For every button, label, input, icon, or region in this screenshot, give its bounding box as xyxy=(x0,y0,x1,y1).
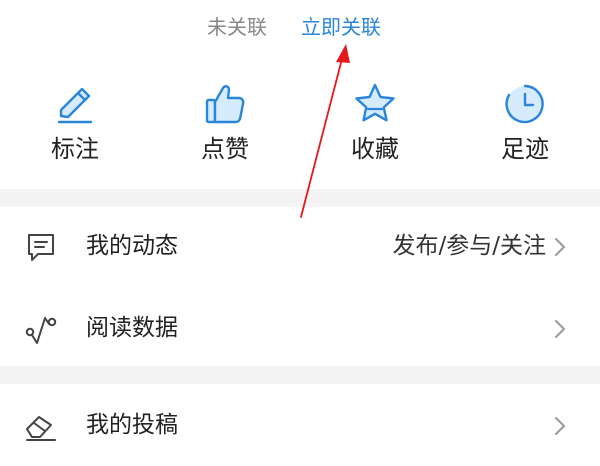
star-icon xyxy=(355,83,395,122)
account-link-row: 未关联 立即关联 xyxy=(0,0,600,58)
link-now-button[interactable]: 立即关联 xyxy=(301,14,381,40)
quick-actions-bar: 标注 点赞 收藏 足迹 xyxy=(0,70,600,180)
menu-item-label: 阅读数据 xyxy=(86,315,178,341)
menu-item-reading-data[interactable]: 阅读数据 xyxy=(0,287,600,369)
menu-item-label: 我的动态 xyxy=(86,233,178,259)
quick-action-history[interactable]: 足迹 xyxy=(470,80,580,176)
chevron-right-icon xyxy=(555,320,565,338)
quick-action-annotate[interactable]: 标注 xyxy=(20,80,130,176)
quick-action-label: 点赞 xyxy=(201,135,249,163)
history-clock-icon xyxy=(505,84,544,124)
section-divider xyxy=(0,366,600,384)
link-status-text: 未关联 xyxy=(207,15,267,39)
quick-action-label: 收藏 xyxy=(351,135,399,163)
chevron-right-icon xyxy=(555,238,565,256)
menu-item-label: 我的投稿 xyxy=(86,412,178,438)
quick-action-label: 足迹 xyxy=(501,135,549,163)
trend-line-icon xyxy=(25,317,57,344)
chevron-right-icon xyxy=(555,417,565,435)
menu-item-subtext: 发布/参与/关注 xyxy=(392,233,547,259)
pencil-icon xyxy=(57,87,93,124)
message-icon xyxy=(28,234,54,261)
eraser-icon xyxy=(26,416,56,441)
quick-action-favorite[interactable]: 收藏 xyxy=(320,80,430,176)
menu-item-my-activity[interactable]: 我的动态 发布/参与/关注 xyxy=(0,205,600,287)
quick-action-label: 标注 xyxy=(51,135,99,163)
menu-item-my-submissions[interactable]: 我的投稿 xyxy=(0,384,600,466)
quick-action-like[interactable]: 点赞 xyxy=(170,80,280,176)
thumbs-up-icon xyxy=(205,85,245,124)
